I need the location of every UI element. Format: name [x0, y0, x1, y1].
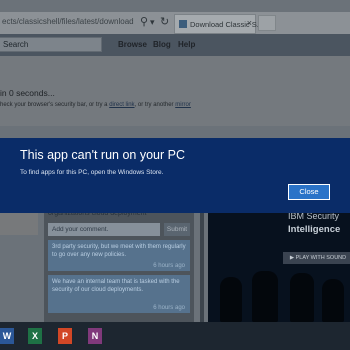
silhouette-image — [220, 277, 242, 322]
search-icon[interactable]: ⚲ — [140, 16, 148, 28]
dropdown-icon[interactable]: ▾ — [150, 16, 155, 28]
close-tab-icon[interactable]: × — [247, 18, 252, 28]
nav-blog[interactable]: Blog — [153, 40, 171, 49]
comment-item: We have an internal team that is tasked … — [48, 275, 190, 313]
site-header: Search Browse Blog Help — [0, 34, 350, 56]
powerpoint-icon[interactable]: P — [58, 328, 72, 344]
hint-mid: , or try another — [134, 102, 176, 108]
site-favicon-icon — [179, 20, 187, 28]
new-tab-button[interactable] — [258, 15, 276, 31]
dialog-title: This app can't run on your PC — [20, 148, 185, 162]
word-icon[interactable]: W — [0, 328, 14, 344]
notice-hint: heck your browser's security bar, or try… — [0, 102, 191, 108]
hint-prefix: heck your browser's security bar, or try… — [0, 102, 110, 108]
comment-text: 3rd party security, but we meet with the… — [52, 244, 186, 258]
direct-link[interactable]: direct link — [109, 102, 134, 108]
countdown-text: in 0 seconds... — [0, 88, 55, 98]
address-bar[interactable]: ects/classicshell/files/latest/download … — [0, 12, 350, 34]
silhouette-image — [322, 279, 344, 322]
tab-title: Download Classic S... — [190, 20, 263, 29]
excel-icon[interactable]: X — [28, 328, 42, 344]
silhouette-image — [252, 271, 278, 322]
refresh-icon[interactable]: ↻ — [160, 16, 169, 28]
page-content: organizations cloud deployment Add your … — [0, 210, 350, 322]
nav-browse[interactable]: Browse — [118, 40, 147, 49]
comments-widget: organizations cloud deployment Add your … — [44, 210, 194, 322]
comment-time: 6 hours ago — [153, 263, 185, 269]
side-panel — [0, 213, 38, 235]
close-button[interactable]: Close — [288, 184, 330, 200]
ad-subtitle: Intelligence — [288, 224, 341, 235]
silhouette-image — [290, 273, 314, 322]
download-notice: in 0 seconds... heck your browser's secu… — [0, 56, 350, 126]
url-text[interactable]: ects/classicshell/files/latest/download — [2, 17, 134, 26]
comment-item: 3rd party security, but we meet with the… — [48, 240, 190, 271]
onenote-icon[interactable]: N — [88, 328, 102, 344]
comment-input[interactable]: Add your comment. — [48, 223, 160, 236]
tab-download[interactable]: Download Classic S... × — [174, 14, 263, 34]
dialog-message: To find apps for this PC, open the Windo… — [20, 169, 164, 176]
comment-time: 6 hours ago — [153, 305, 185, 311]
play-with-sound-button[interactable]: ▶ PLAY WITH SOUND — [283, 252, 350, 264]
nav-help[interactable]: Help — [178, 40, 195, 49]
mirror-link[interactable]: mirror — [175, 102, 191, 108]
submit-button[interactable]: Submit — [164, 223, 190, 236]
taskbar: W X P N — [0, 322, 350, 350]
ibm-ad[interactable]: IBM Security Intelligence ▶ PLAY WITH SO… — [208, 211, 350, 322]
search-input[interactable]: Search — [0, 37, 102, 52]
comment-text: We have an internal team that is tasked … — [52, 279, 180, 293]
app-cant-run-dialog: This app can't run on your PC To find ap… — [0, 138, 350, 213]
scrollbar[interactable] — [200, 213, 204, 322]
